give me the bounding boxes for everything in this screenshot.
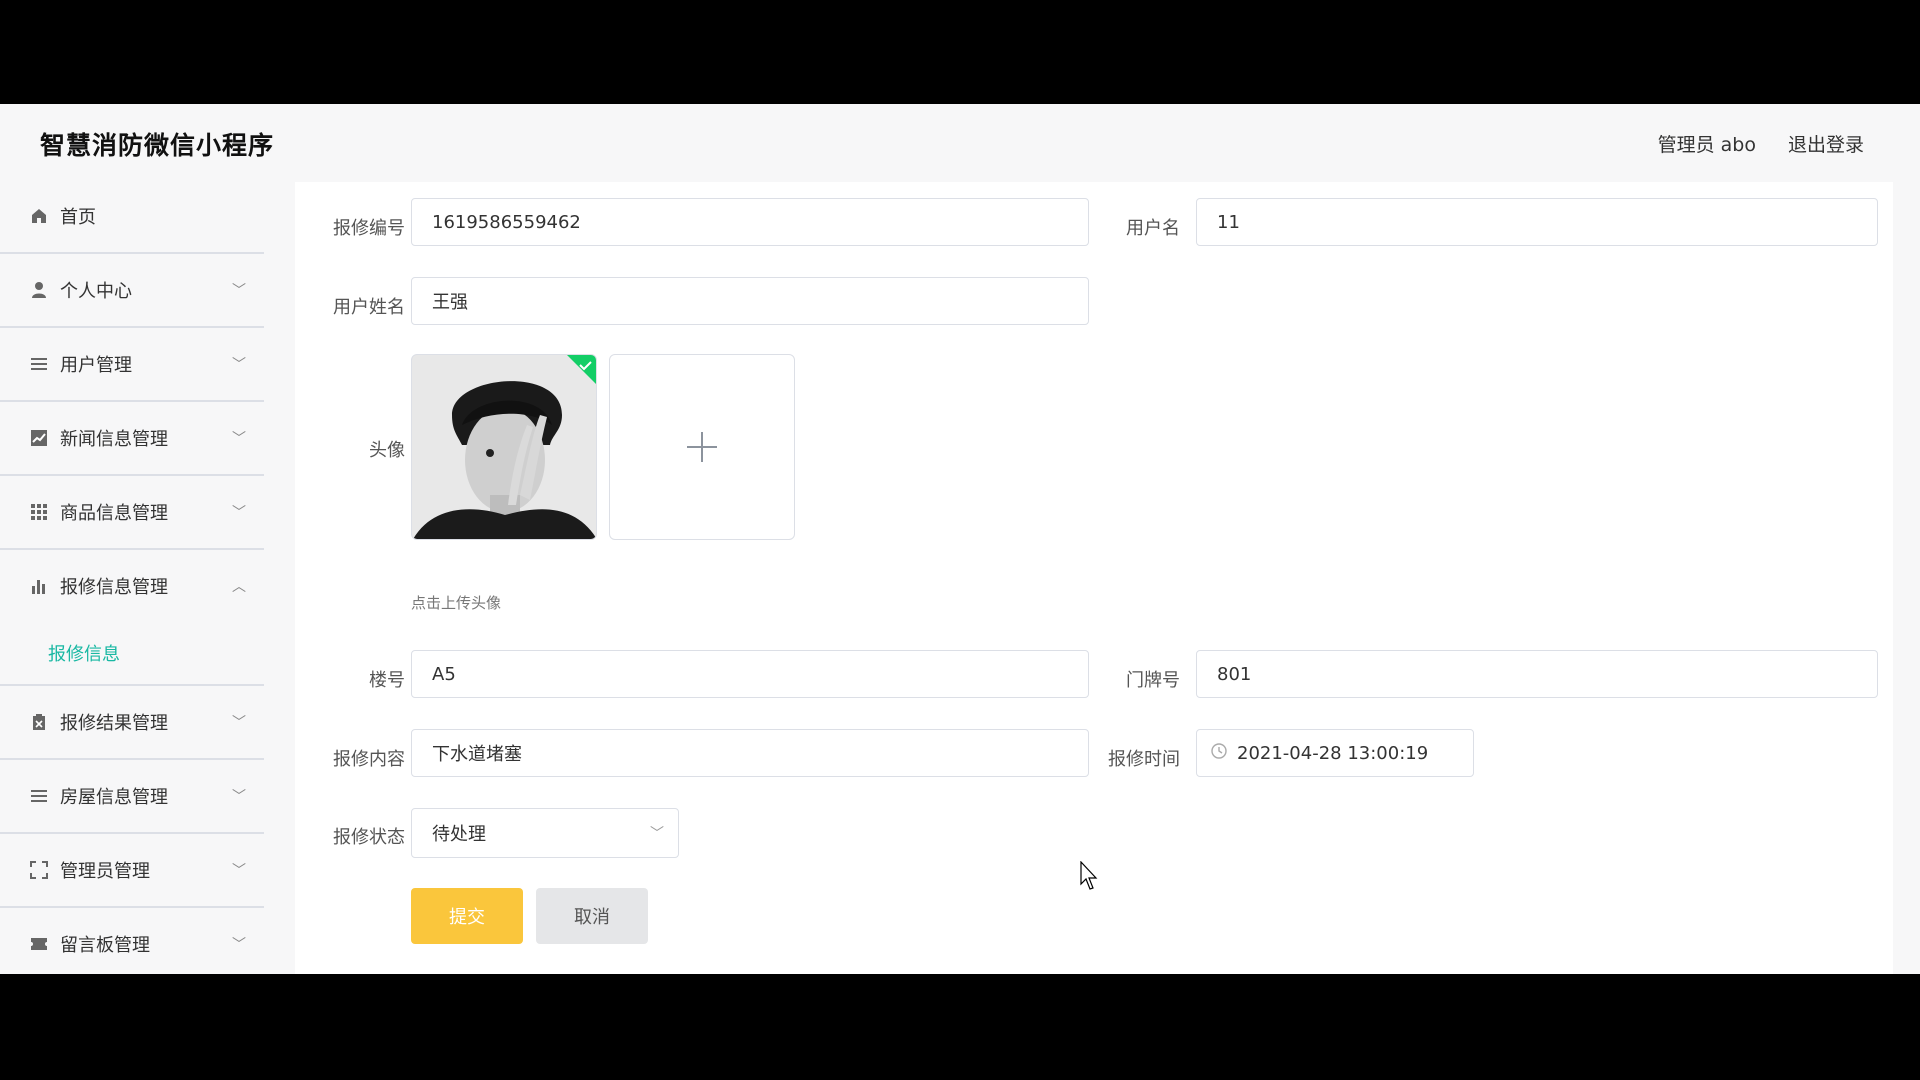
submit-button[interactable]: 提交 <box>411 888 523 944</box>
chevron-down-icon: ﹀ <box>232 431 246 447</box>
status-selected-value: 待处理 <box>432 824 486 845</box>
avatar-label: 头像 <box>369 440 405 461</box>
sidebar-item-label: 留言板管理 <box>60 935 150 956</box>
sidebar-item-label: 个人中心 <box>60 281 132 302</box>
door-input[interactable] <box>1196 650 1878 698</box>
repair-no-input[interactable] <box>411 198 1089 246</box>
content-label: 报修内容 <box>333 749 405 770</box>
chevron-down-icon: ﹀ <box>650 826 664 842</box>
sidebar-item-personal-center[interactable]: 个人中心 ﹀ <box>0 254 264 328</box>
sidebar-menu: 首页 个人中心 ﹀ 用户管理 ﹀ 新闻信息管理 ﹀ 商品信息管理 ﹀ 报修信息管… <box>0 180 264 974</box>
sidebar-item-news-management[interactable]: 新闻信息管理 ﹀ <box>0 402 264 476</box>
content-input[interactable] <box>411 729 1089 777</box>
chevron-down-icon: ﹀ <box>232 789 246 805</box>
avatar-upload-button[interactable] <box>609 354 795 540</box>
sidebar-item-admin-management[interactable]: 管理员管理 ﹀ <box>0 834 264 908</box>
list-icon <box>28 785 50 807</box>
mouse-cursor-icon <box>1080 861 1098 890</box>
sidebar-item-repair-management[interactable]: 报修信息管理 ︿ <box>0 550 264 622</box>
sidebar-item-goods-management[interactable]: 商品信息管理 ﹀ <box>0 476 264 550</box>
bar-chart-icon <box>28 575 50 597</box>
sidebar-item-label: 房屋信息管理 <box>60 787 168 808</box>
top-header: 智慧消防微信小程序 管理员 abo 退出登录 <box>0 104 1920 180</box>
sidebar-item-label: 报修结果管理 <box>60 713 168 734</box>
cancel-button[interactable]: 取消 <box>536 888 648 944</box>
realname-input[interactable] <box>411 277 1089 325</box>
sidebar-item-home[interactable]: 首页 <box>0 180 264 254</box>
status-label: 报修状态 <box>333 827 405 848</box>
sidebar-item-label: 管理员管理 <box>60 861 150 882</box>
clipboard-icon <box>28 711 50 733</box>
chevron-down-icon: ﹀ <box>232 715 246 731</box>
list-icon <box>28 353 50 375</box>
app-root: 智慧消防微信小程序 管理员 abo 退出登录 首页 个人中心 ﹀ 用户管理 ﹀ <box>0 104 1920 974</box>
submenu-repair: 报修信息 <box>0 622 264 686</box>
time-label: 报修时间 <box>1108 749 1180 770</box>
chevron-down-icon: ﹀ <box>232 283 246 299</box>
ticket-icon <box>28 933 50 955</box>
admin-user-label[interactable]: 管理员 abo <box>1658 130 1756 157</box>
sidebar-subitem-repair-info[interactable]: 报修信息 <box>0 622 264 684</box>
chevron-down-icon: ﹀ <box>232 937 246 953</box>
building-input[interactable] <box>411 650 1089 698</box>
sidebar-item-house-management[interactable]: 房屋信息管理 ﹀ <box>0 760 264 834</box>
grid-icon <box>28 501 50 523</box>
sidebar-item-label: 新闻信息管理 <box>60 429 168 450</box>
clock-icon <box>1211 742 1227 764</box>
sidebar-item-message-board[interactable]: 留言板管理 ﹀ <box>0 908 264 974</box>
avatar-upload-hint: 点击上传头像 <box>411 594 502 612</box>
chevron-down-icon: ﹀ <box>232 863 246 879</box>
time-value: 2021-04-28 13:00:19 <box>1237 742 1429 764</box>
sidebar-item-label: 用户管理 <box>60 355 132 376</box>
status-select[interactable]: 待处理 ﹀ <box>411 808 679 858</box>
repair-no-label: 报修编号 <box>333 218 405 239</box>
user-icon <box>28 279 50 301</box>
realname-label: 用户姓名 <box>333 297 405 318</box>
sidebar-item-label: 商品信息管理 <box>60 503 168 524</box>
sidebar-item-repair-result-management[interactable]: 报修结果管理 ﹀ <box>0 686 264 760</box>
app-title: 智慧消防微信小程序 <box>40 131 275 160</box>
chevron-down-icon: ﹀ <box>232 357 246 373</box>
avatar-image <box>412 355 596 539</box>
username-label: 用户名 <box>1126 218 1180 239</box>
avatar-thumbnail[interactable] <box>411 354 597 540</box>
fullscreen-icon <box>28 859 50 881</box>
sidebar-item-user-management[interactable]: 用户管理 ﹀ <box>0 328 264 402</box>
logout-link[interactable]: 退出登录 <box>1788 130 1864 157</box>
plus-icon <box>687 432 717 462</box>
door-label: 门牌号 <box>1126 670 1180 691</box>
chevron-up-icon: ︿ <box>232 579 246 595</box>
username-input[interactable] <box>1196 198 1878 246</box>
chart-icon <box>28 427 50 449</box>
sidebar-item-label: 首页 <box>60 207 96 228</box>
building-label: 楼号 <box>369 670 405 691</box>
time-picker[interactable]: 2021-04-28 13:00:19 <box>1196 729 1474 777</box>
chevron-down-icon: ﹀ <box>232 505 246 521</box>
sidebar-item-label: 报修信息管理 <box>60 577 168 598</box>
home-icon <box>28 205 50 227</box>
header-actions: 管理员 abo 退出登录 <box>1658 130 1864 157</box>
repair-edit-form: 报修编号 用户名 用户姓名 头像 <box>295 182 1893 974</box>
